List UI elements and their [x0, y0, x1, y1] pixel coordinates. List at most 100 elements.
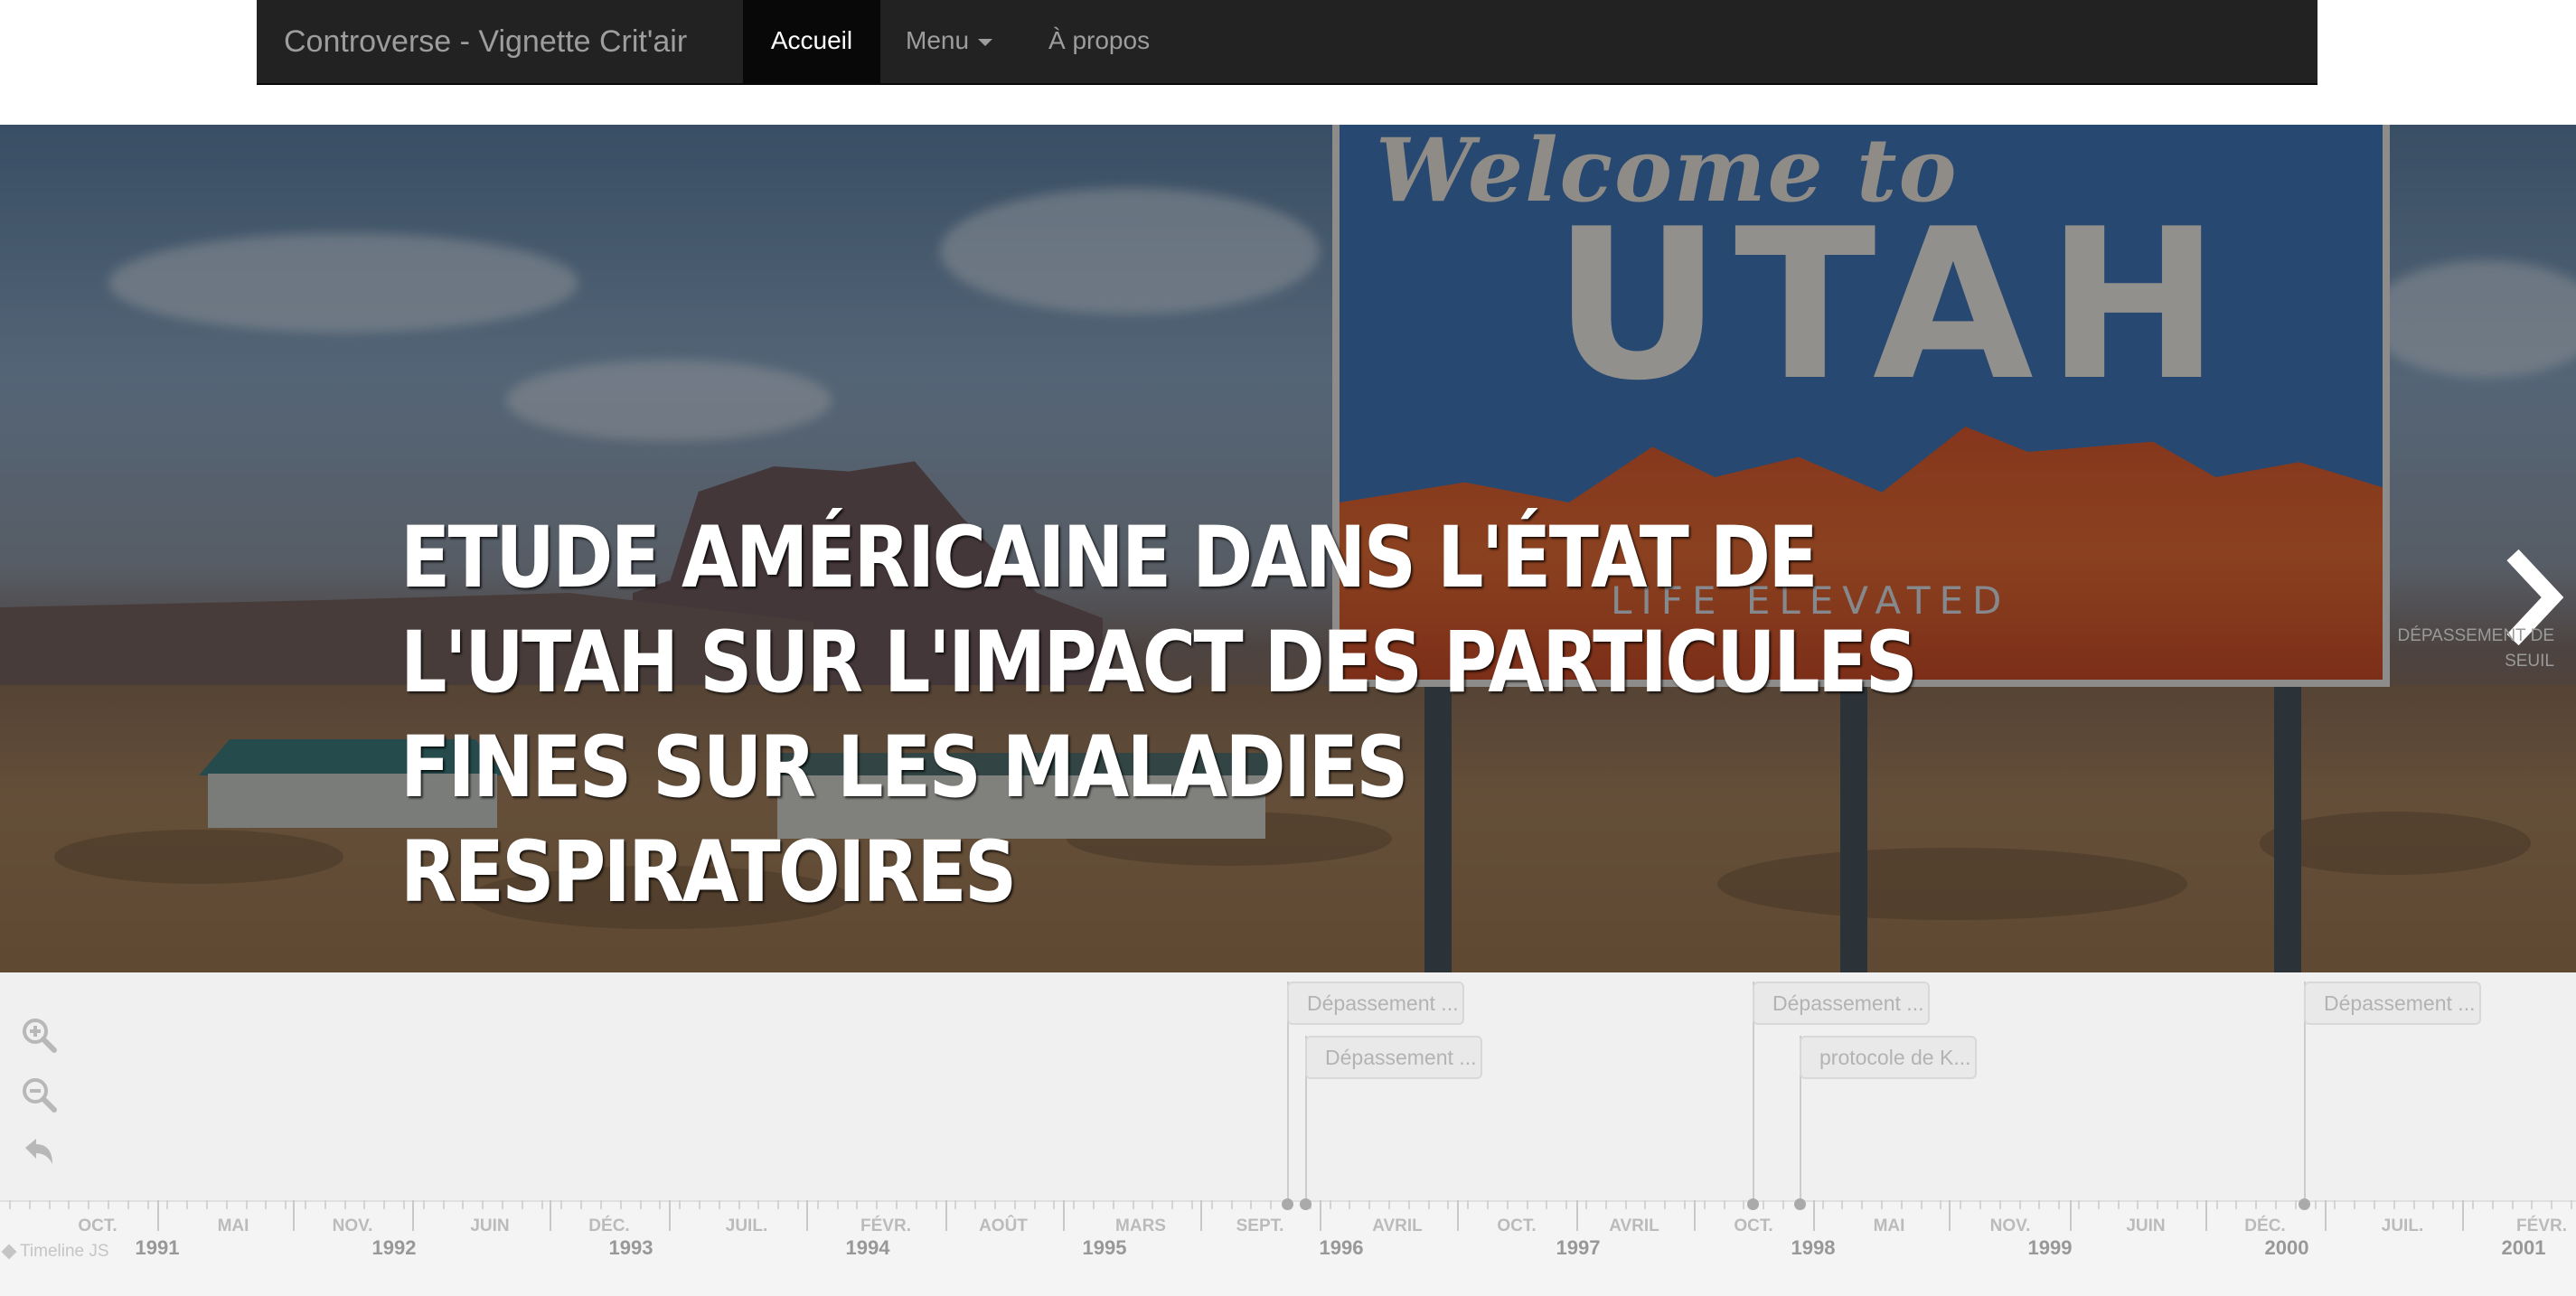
nav-item-a-propos[interactable]: À propos — [1048, 0, 1150, 83]
timeline-marker[interactable]: Dépassement ... — [1753, 981, 1930, 1025]
axis-minor-tick — [2137, 1200, 2139, 1209]
timelinejs-credit[interactable]: Timeline JS — [1, 1242, 109, 1262]
axis-minor-tick — [68, 1200, 70, 1209]
axis-month-label: SEPT. — [1236, 1216, 1284, 1235]
axis-minor-tick — [797, 1200, 799, 1209]
axis-minor-tick — [2472, 1200, 2474, 1209]
axis-minor-tick — [1861, 1200, 1863, 1209]
axis-major-tick — [669, 1200, 671, 1231]
axis-major-tick — [2070, 1200, 2072, 1231]
axis-minor-tick — [2492, 1200, 2494, 1209]
axis-minor-tick — [2295, 1200, 2297, 1209]
axis-minor-tick — [2334, 1200, 2336, 1209]
axis-minor-tick — [1605, 1200, 1607, 1209]
caret-down-icon — [978, 38, 993, 46]
axis-minor-tick — [817, 1200, 819, 1209]
axis-minor-tick — [2374, 1200, 2375, 1209]
timeline-marker[interactable]: protocole de K... — [1800, 1036, 1977, 1079]
axis-month-label: FÉVR. — [2516, 1216, 2567, 1235]
axis-minor-tick — [1644, 1200, 1646, 1209]
axis-minor-tick — [265, 1200, 267, 1209]
slide-headline: Etude américaine dans l'état de l'Utah s… — [400, 509, 1918, 922]
nav-item-accueil[interactable]: Accueil — [743, 0, 880, 83]
axis-month-label: OCT. — [78, 1216, 118, 1235]
axis-minor-tick — [462, 1200, 464, 1209]
axis-minor-tick — [896, 1200, 898, 1209]
axis-minor-tick — [1133, 1200, 1134, 1209]
timeline-marker[interactable]: Dépassement ... — [1305, 1036, 1482, 1079]
axis-minor-tick — [344, 1200, 346, 1209]
zoom-out-icon[interactable] — [20, 1075, 58, 1113]
axis-minor-tick — [2413, 1200, 2415, 1209]
axis-minor-tick — [1053, 1200, 1055, 1209]
axis-major-tick — [2205, 1200, 2207, 1231]
axis-year-label: 1993 — [608, 1236, 653, 1259]
axis-minor-tick — [1113, 1200, 1114, 1209]
timeline-marker-dot[interactable] — [1747, 1198, 1759, 1210]
axis-minor-tick — [1250, 1200, 1252, 1209]
axis-minor-tick — [2098, 1200, 2100, 1209]
axis-minor-tick — [226, 1200, 228, 1209]
axis-major-tick — [1063, 1200, 1065, 1231]
axis-minor-tick — [88, 1200, 89, 1209]
axis-minor-tick — [1565, 1200, 1567, 1209]
axis-minor-tick — [2432, 1200, 2434, 1209]
axis-year-label: 1998 — [1791, 1236, 1836, 1259]
axis-minor-tick — [423, 1200, 425, 1209]
zoom-in-icon[interactable] — [20, 1016, 58, 1054]
axis-major-tick — [1200, 1200, 1202, 1231]
axis-minor-tick — [1704, 1200, 1706, 1209]
axis-major-tick — [293, 1200, 295, 1231]
nav-item-menu[interactable]: Menu — [906, 0, 993, 83]
axis-minor-tick — [738, 1200, 740, 1209]
nav-item-menu-label: Menu — [906, 26, 970, 54]
next-slide-label[interactable]: Dépassement de seuil — [2350, 624, 2554, 674]
axis-minor-tick — [522, 1200, 523, 1209]
axis-minor-tick — [482, 1200, 484, 1209]
axis-minor-tick — [974, 1200, 976, 1209]
axis-year-label: 1996 — [1319, 1236, 1364, 1259]
axis-minor-tick — [1724, 1200, 1725, 1209]
axis-minor-tick — [1073, 1200, 1075, 1209]
axis-minor-tick — [1999, 1200, 2001, 1209]
axis-minor-tick — [954, 1200, 956, 1209]
axis-minor-tick — [2531, 1200, 2533, 1209]
axis-minor-tick — [1349, 1200, 1350, 1209]
axis-minor-tick — [916, 1200, 917, 1209]
axis-minor-tick — [1368, 1200, 1370, 1209]
timeline-marker-dot[interactable] — [1282, 1198, 1293, 1210]
axis-minor-tick — [1527, 1200, 1528, 1209]
axis-major-tick — [412, 1200, 414, 1231]
axis-minor-tick — [1625, 1200, 1627, 1209]
axis-minor-tick — [2216, 1200, 2218, 1209]
top-navbar: Controverse - Vignette Crit'air Accueil … — [257, 0, 2317, 85]
axis-minor-tick — [502, 1200, 503, 1209]
timeline-marker-dot[interactable] — [2299, 1198, 2310, 1210]
axis-minor-tick — [1211, 1200, 1213, 1209]
axis-month-label: DÉC. — [2244, 1216, 2286, 1235]
timeline-marker-dot[interactable] — [1794, 1198, 1806, 1210]
axis-minor-tick — [305, 1200, 306, 1209]
axis-minor-tick — [1841, 1200, 1843, 1209]
axis-minor-tick — [29, 1200, 31, 1209]
axis-minor-tick — [324, 1200, 326, 1209]
axis-month-label: AVRIL — [1372, 1216, 1423, 1235]
diamond-icon — [1, 1244, 17, 1260]
axis-minor-tick — [2393, 1200, 2395, 1209]
axis-minor-tick — [1408, 1200, 1410, 1209]
axis-minor-tick — [49, 1200, 51, 1209]
axis-minor-tick — [2176, 1200, 2178, 1209]
axis-minor-tick — [2038, 1200, 2040, 1209]
axis-minor-tick — [1388, 1200, 1390, 1209]
timeline-marker-dot[interactable] — [1300, 1198, 1312, 1210]
site-brand[interactable]: Controverse - Vignette Crit'air — [284, 0, 687, 83]
axis-minor-tick — [679, 1200, 681, 1209]
axis-year-label: 1992 — [371, 1236, 417, 1259]
timeline-marker[interactable]: Dépassement ... — [2304, 981, 2481, 1025]
axis-month-label: OCT. — [1734, 1216, 1773, 1235]
axis-minor-tick — [127, 1200, 129, 1209]
back-to-start-icon[interactable] — [20, 1133, 58, 1171]
axis-minor-tick — [2275, 1200, 2277, 1209]
axis-major-tick — [806, 1200, 808, 1231]
timeline-marker[interactable]: Dépassement ... — [1287, 981, 1464, 1025]
